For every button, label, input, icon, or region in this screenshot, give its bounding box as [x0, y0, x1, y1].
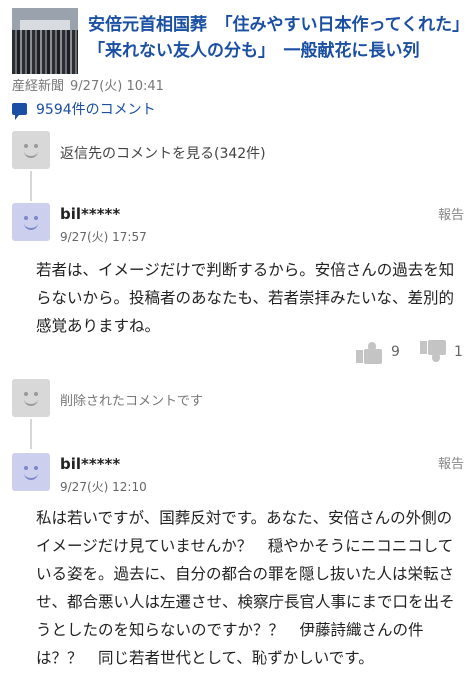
report-button[interactable]: 報告	[438, 204, 464, 223]
thread-connector-line	[30, 171, 32, 201]
dislike-count: 1	[454, 344, 463, 360]
reply-avatar	[12, 453, 50, 491]
parent-avatar	[12, 131, 50, 169]
view-parent-comment-link[interactable]: 返信先のコメントを見る(342件)	[60, 143, 266, 163]
article-thumbnail[interactable]	[12, 8, 78, 74]
like-count: 9	[391, 344, 400, 360]
article-header[interactable]: 安倍元首相国葬 「住みやすい日本作ってくれた」「来れない友人の分も」 一般献花に…	[8, 6, 468, 74]
deleted-parent-avatar	[12, 379, 50, 417]
reply-timestamp: 9/27(火) 17:57	[60, 230, 147, 244]
comment-count-label: 9594件のコメント	[36, 102, 156, 118]
comment-count-link[interactable]: 9594件のコメント	[12, 99, 156, 120]
thumbs-down-icon	[420, 340, 448, 364]
thumbnail-crowd	[12, 30, 78, 74]
article-date: 9/27(火) 10:41	[70, 79, 164, 94]
reply-timestamp: 9/27(火) 12:10	[60, 480, 147, 494]
thread-connector-line	[30, 419, 32, 449]
reply-avatar	[12, 203, 50, 241]
article-title-link[interactable]: 安倍元首相国葬 「住みやすい日本作ってくれた」「来れない友人の分も」 一般献花に…	[88, 12, 468, 64]
reply-body: 若者は、イメージだけで判断するから。安倍さんの過去を知らないから。投稿者のあなた…	[36, 261, 455, 335]
like-button[interactable]: 9	[356, 338, 400, 366]
thumbs-up-icon	[356, 340, 384, 364]
reply-username[interactable]: bil*****	[60, 205, 120, 223]
article-meta: 産経新聞 9/27(火) 10:41	[12, 75, 164, 94]
reply-username[interactable]: bil*****	[60, 455, 120, 473]
report-button[interactable]: 報告	[438, 453, 464, 472]
deleted-comment-label: 削除されたコメントです	[60, 394, 204, 409]
dislike-button[interactable]: 1	[420, 338, 463, 366]
reply-body: 私は若いですが、国葬反対です。あなた、安倍さんの外側のイメージだけ見ていませんか…	[36, 509, 455, 667]
comment-bubble-icon	[12, 103, 27, 120]
article-source: 産経新聞	[12, 79, 65, 94]
